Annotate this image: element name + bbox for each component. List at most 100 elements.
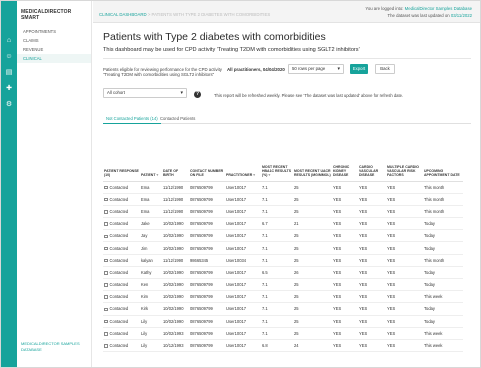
table-row[interactable]: Contacted Ken 10/02/1990 0876509799 User1001… [103,278,463,292]
column-header-dob[interactable]: DATE OF BIRTH [162,137,189,182]
top-bar: CLINICAL DASHBOARD > PATIENTS WITH TYPE … [93,1,480,23]
sidebar-item-clinical[interactable]: CLINICAL [17,54,91,63]
contacted-checkbox[interactable] [104,307,108,312]
dob-cell: 11/12/1990 [162,181,189,194]
table-row[interactable]: Contacted Ema 11/12/1990 0876509799 User1001… [103,205,463,219]
uacr-cell: 25 [293,193,332,206]
contacted-checkbox[interactable] [104,283,108,287]
ckd-cell: YES [332,290,358,304]
contacted-checkbox[interactable] [104,197,108,202]
table-row[interactable]: Contacted Ema 11/12/1990 0876509799 User1001… [103,193,463,206]
contacted-checkbox[interactable] [104,222,108,226]
login-database[interactable]: MedicalDirector Samples Database [405,6,472,11]
table-header-row: PATIENT RESPONSE (10) PATIENT ▾ DATE OF … [103,137,463,182]
patient-cell: Ema [140,181,162,194]
contacted-checkbox[interactable] [104,185,108,190]
sort-icon: ▾ [268,173,271,178]
appointment-cell: Today [423,266,463,280]
sidebar-item-revenue[interactable]: REVENUE [17,45,91,54]
table-row[interactable]: Contacted Jake 10/02/1990 0876509799 User100… [103,217,463,231]
cohort-value: All cohort [107,90,125,95]
column-header-contact[interactable]: CONTACT NUMBER ON FILE [189,137,225,182]
tab-not-contacted[interactable]: Not Contacted Patients (14) [103,114,161,124]
contacted-checkbox[interactable] [104,271,108,275]
hba1c-cell: 7.1 [261,193,293,206]
patient-cell: Jim [140,241,162,255]
column-header-cv-risk[interactable]: MULTIPLE CARDIO VASCULAR RISK FACTORS [386,137,423,182]
column-header-response[interactable]: PATIENT RESPONSE (10) [103,137,140,182]
breadcrumb: CLINICAL DASHBOARD > PATIENTS WITH TYPE … [99,12,270,17]
dob-cell: 10/02/1990 [162,315,189,328]
hba1c-cell: 6.8 [261,339,293,353]
sidebar-item-claims[interactable]: CLAIMS [17,36,91,45]
contacted-label: Contacted [109,318,129,324]
users-icon[interactable]: ☺ [1,51,17,63]
column-header-patient-label: PATIENT [141,173,156,178]
tab-contacted[interactable]: Contacted Patients [157,114,198,124]
cv-risk-cell: YES [386,266,423,280]
table-row[interactable]: Contacted Kirk 10/02/1990 0876509799 User100… [103,302,463,316]
column-header-appointment[interactable]: UPCOMING APPOINTMENT DATE [423,137,463,182]
hba1c-cell: 7.1 [261,302,293,316]
settings-icon[interactable]: ⚙ [1,99,17,111]
column-header-patient[interactable]: PATIENT ▾ [140,137,162,182]
contacted-checkbox[interactable] [104,295,108,299]
hba1c-cell: 7.1 [261,181,293,194]
patient-cell: Lily [140,327,162,340]
practitioner-cell: User10017 [225,181,261,194]
table-row[interactable]: Contacted Lily 10/02/1990 0876509799 User100… [103,315,463,328]
contacted-checkbox[interactable] [104,319,108,324]
back-button[interactable]: Back [375,64,395,74]
table-row[interactable]: Contacted Jim 10/02/1990 0876509799 User1001… [103,241,463,255]
contacted-label: Contacted [109,221,129,227]
contact-cell: 0876509799 [189,193,225,206]
table-row[interactable]: Contacted Kathy 10/02/1990 0876509799 User10… [103,266,463,280]
contacted-checkbox[interactable] [104,258,108,263]
rows-per-page-select[interactable]: 50 rows per page ▾ [288,64,344,74]
cvd-cell: YES [358,241,386,255]
contact-cell: 0876509799 [189,205,225,219]
practitioner-cell: User10034 [225,254,261,267]
eligibility-text: Patients eligible for reviewing performa… [103,67,222,78]
contacted-cell: Contacted [103,315,140,328]
patient-cell: Kathy [140,266,162,280]
home-icon[interactable]: ⌂ [1,35,17,47]
cvd-cell: YES [358,266,386,280]
patient-cell: Kirk [140,302,162,316]
column-header-ckd[interactable]: CHRONIC KIDNEY DISEASE [332,137,358,182]
cohort-select[interactable]: All cohort ▾ [103,88,187,98]
table-row[interactable]: Contacted Lily 10/12/1993 0876509799 User100… [103,339,463,353]
cvd-cell: YES [358,205,386,219]
column-header-cvd[interactable]: CARDIO VASCULAR DISEASE [358,137,386,182]
contacted-cell: Contacted [103,241,140,255]
breadcrumb-root[interactable]: CLINICAL DASHBOARD [99,12,147,17]
column-header-hba1c[interactable]: MOST RECENT HBA1C RESULTS (%) ▾ [261,137,293,182]
clinical-icon[interactable]: ✚ [1,83,17,95]
table-row[interactable]: Contacted kalyan 11/12/1990 98665345 User100… [103,254,463,267]
column-header-practitioner[interactable]: PRACTITIONER ▾ [225,137,261,182]
table-row[interactable]: Contacted Lily 10/02/1993 0876509799 User100… [103,327,463,340]
cvd-cell: YES [358,193,386,206]
table-row[interactable]: Contacted Ema 11/12/1990 0876509799 User1001… [103,181,463,194]
practitioner-label: All practitioners, 04/04/2020 [227,67,285,72]
contacted-label: Contacted [109,330,129,336]
chart-icon[interactable]: ▤ [1,67,17,79]
contacted-checkbox[interactable] [104,332,108,336]
table-row[interactable]: Contacted Kim 10/02/1990 0876509799 User1001… [103,290,463,304]
export-button[interactable]: Export [350,64,368,74]
cv-risk-cell: YES [386,205,423,219]
sidebar-item-appointments[interactable]: APPOINTMENTS [17,27,91,36]
practitioner-cell: User10017 [225,266,261,280]
contacted-checkbox[interactable] [104,344,108,348]
chevron-down-icon: ▾ [337,66,340,72]
help-icon[interactable]: ? [194,91,201,98]
dob-cell: 10/02/1990 [162,278,189,292]
ckd-cell: YES [332,302,358,316]
contacted-checkbox[interactable] [104,246,108,251]
cv-risk-cell: YES [386,254,423,267]
column-header-uacr[interactable]: MOST RECENT UACR RESULTS (MG/MMOL) [293,137,332,182]
hba1c-cell: 6.7 [261,217,293,231]
contacted-checkbox[interactable] [104,234,108,239]
table-row[interactable]: Contacted Jay 10/02/1990 0876509799 User1001… [103,229,463,243]
contacted-checkbox[interactable] [104,210,108,214]
